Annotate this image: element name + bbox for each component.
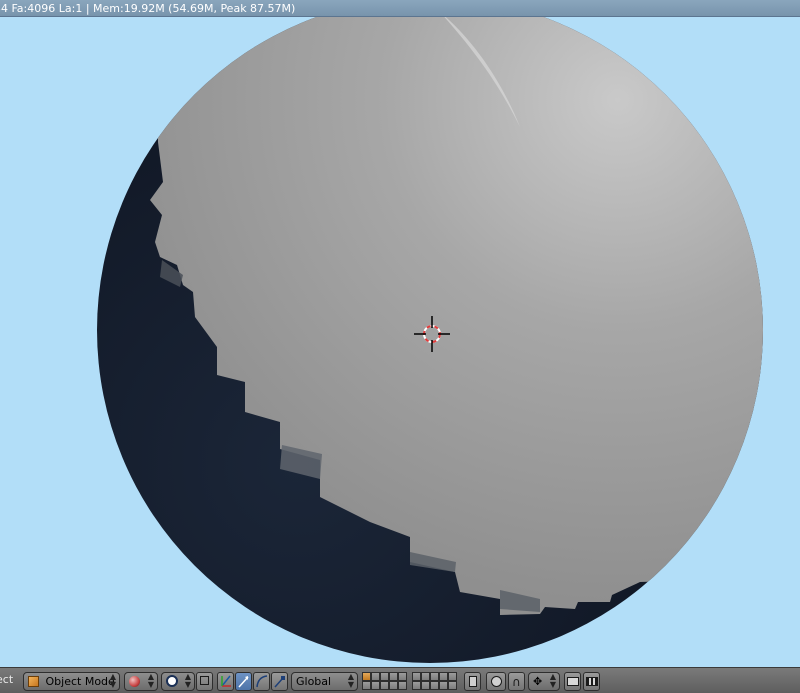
- blender-window: 34 Fa:4096 La:1 | Mem:19.92M (54.69M, Pe…: [0, 0, 800, 693]
- chevron-updown-icon: ▲ ▼: [549, 672, 556, 689]
- snap-magnet-icon: ∩: [512, 675, 521, 689]
- rotate-button[interactable]: [253, 672, 270, 691]
- pivot-point-button[interactable]: ▲ ▼: [161, 672, 195, 691]
- center-icon: [200, 676, 209, 685]
- snap-to-center-button[interactable]: [196, 672, 213, 691]
- layer-button[interactable]: [421, 672, 430, 681]
- translate-button[interactable]: [235, 672, 252, 691]
- layer-button[interactable]: [439, 672, 448, 681]
- scene-statistics: 34 Fa:4096 La:1 | Mem:19.92M (54.69M, Pe…: [0, 2, 296, 15]
- layer-button[interactable]: [448, 672, 457, 681]
- lock-camera-button[interactable]: [464, 672, 481, 691]
- layer-button[interactable]: [371, 672, 380, 681]
- object-cube-icon: [28, 676, 39, 687]
- render-animation-icon: [586, 677, 598, 686]
- layer-button[interactable]: [439, 681, 448, 690]
- layer-button[interactable]: [412, 681, 421, 690]
- viewport-shading-button[interactable]: ▲ ▼: [124, 672, 158, 691]
- render-still-button[interactable]: [564, 672, 581, 691]
- render-animation-button[interactable]: [583, 672, 600, 691]
- sphere-mesh[interactable]: [97, 17, 800, 663]
- info-bar: 34 Fa:4096 La:1 | Mem:19.92M (54.69M, Pe…: [0, 0, 800, 17]
- layer-button[interactable]: [448, 681, 457, 690]
- layer-button[interactable]: [398, 672, 407, 681]
- chevron-updown-icon: ▲ ▼: [184, 672, 191, 689]
- snap-element-selector[interactable]: ✥ ▲ ▼: [528, 672, 560, 691]
- layers-group-2[interactable]: [412, 672, 457, 690]
- layer-button[interactable]: [421, 681, 430, 690]
- chevron-updown-icon: ▲ ▼: [109, 672, 116, 689]
- orientation-value: Global: [296, 675, 332, 688]
- pivot-point-icon: [166, 675, 178, 687]
- snap-element-icon: ✥: [533, 675, 543, 688]
- translate-icon: [238, 676, 249, 688]
- manipulator-toggle-icon: [221, 675, 231, 687]
- transform-orientation-selector[interactable]: Global ▲ ▼: [291, 672, 358, 691]
- scale-icon: [274, 676, 285, 688]
- mode-selector[interactable]: Object Mode ▲ ▼: [23, 672, 120, 691]
- viewport-canvas[interactable]: [0, 17, 800, 667]
- chevron-updown-icon: ▲ ▼: [147, 672, 154, 689]
- proportional-edit-icon: [491, 676, 502, 687]
- layers-group-1[interactable]: [362, 672, 407, 690]
- select-menu[interactable]: ect: [0, 673, 13, 692]
- render-still-icon: [567, 677, 579, 686]
- viewport-shading-icon: [129, 676, 140, 687]
- mode-selector-value: Object Mode: [45, 675, 115, 688]
- layer-button[interactable]: [389, 672, 398, 681]
- layer-lock-icon: [469, 676, 477, 687]
- manipulator-toggle-button[interactable]: [217, 672, 234, 691]
- rotate-icon: [256, 675, 268, 688]
- scale-button[interactable]: [271, 672, 288, 691]
- proportional-edit-button[interactable]: [486, 672, 506, 691]
- layer-button[interactable]: [380, 672, 389, 681]
- layer-button[interactable]: [398, 681, 407, 690]
- snap-toggle-button[interactable]: ∩: [508, 672, 525, 691]
- layer-button[interactable]: [362, 681, 371, 690]
- layer-button[interactable]: [371, 681, 380, 690]
- layer-button[interactable]: [430, 681, 439, 690]
- layer-button[interactable]: [380, 681, 389, 690]
- 3d-viewport[interactable]: [0, 17, 800, 667]
- layer-button[interactable]: [389, 681, 398, 690]
- layer-button[interactable]: [412, 672, 421, 681]
- chevron-updown-icon: ▲ ▼: [347, 672, 354, 689]
- layer-button[interactable]: [430, 672, 439, 681]
- viewport-header: ect Object Mode ▲▼ ▲▼ ▲▼: [0, 667, 800, 693]
- layer-button[interactable]: [362, 672, 371, 681]
